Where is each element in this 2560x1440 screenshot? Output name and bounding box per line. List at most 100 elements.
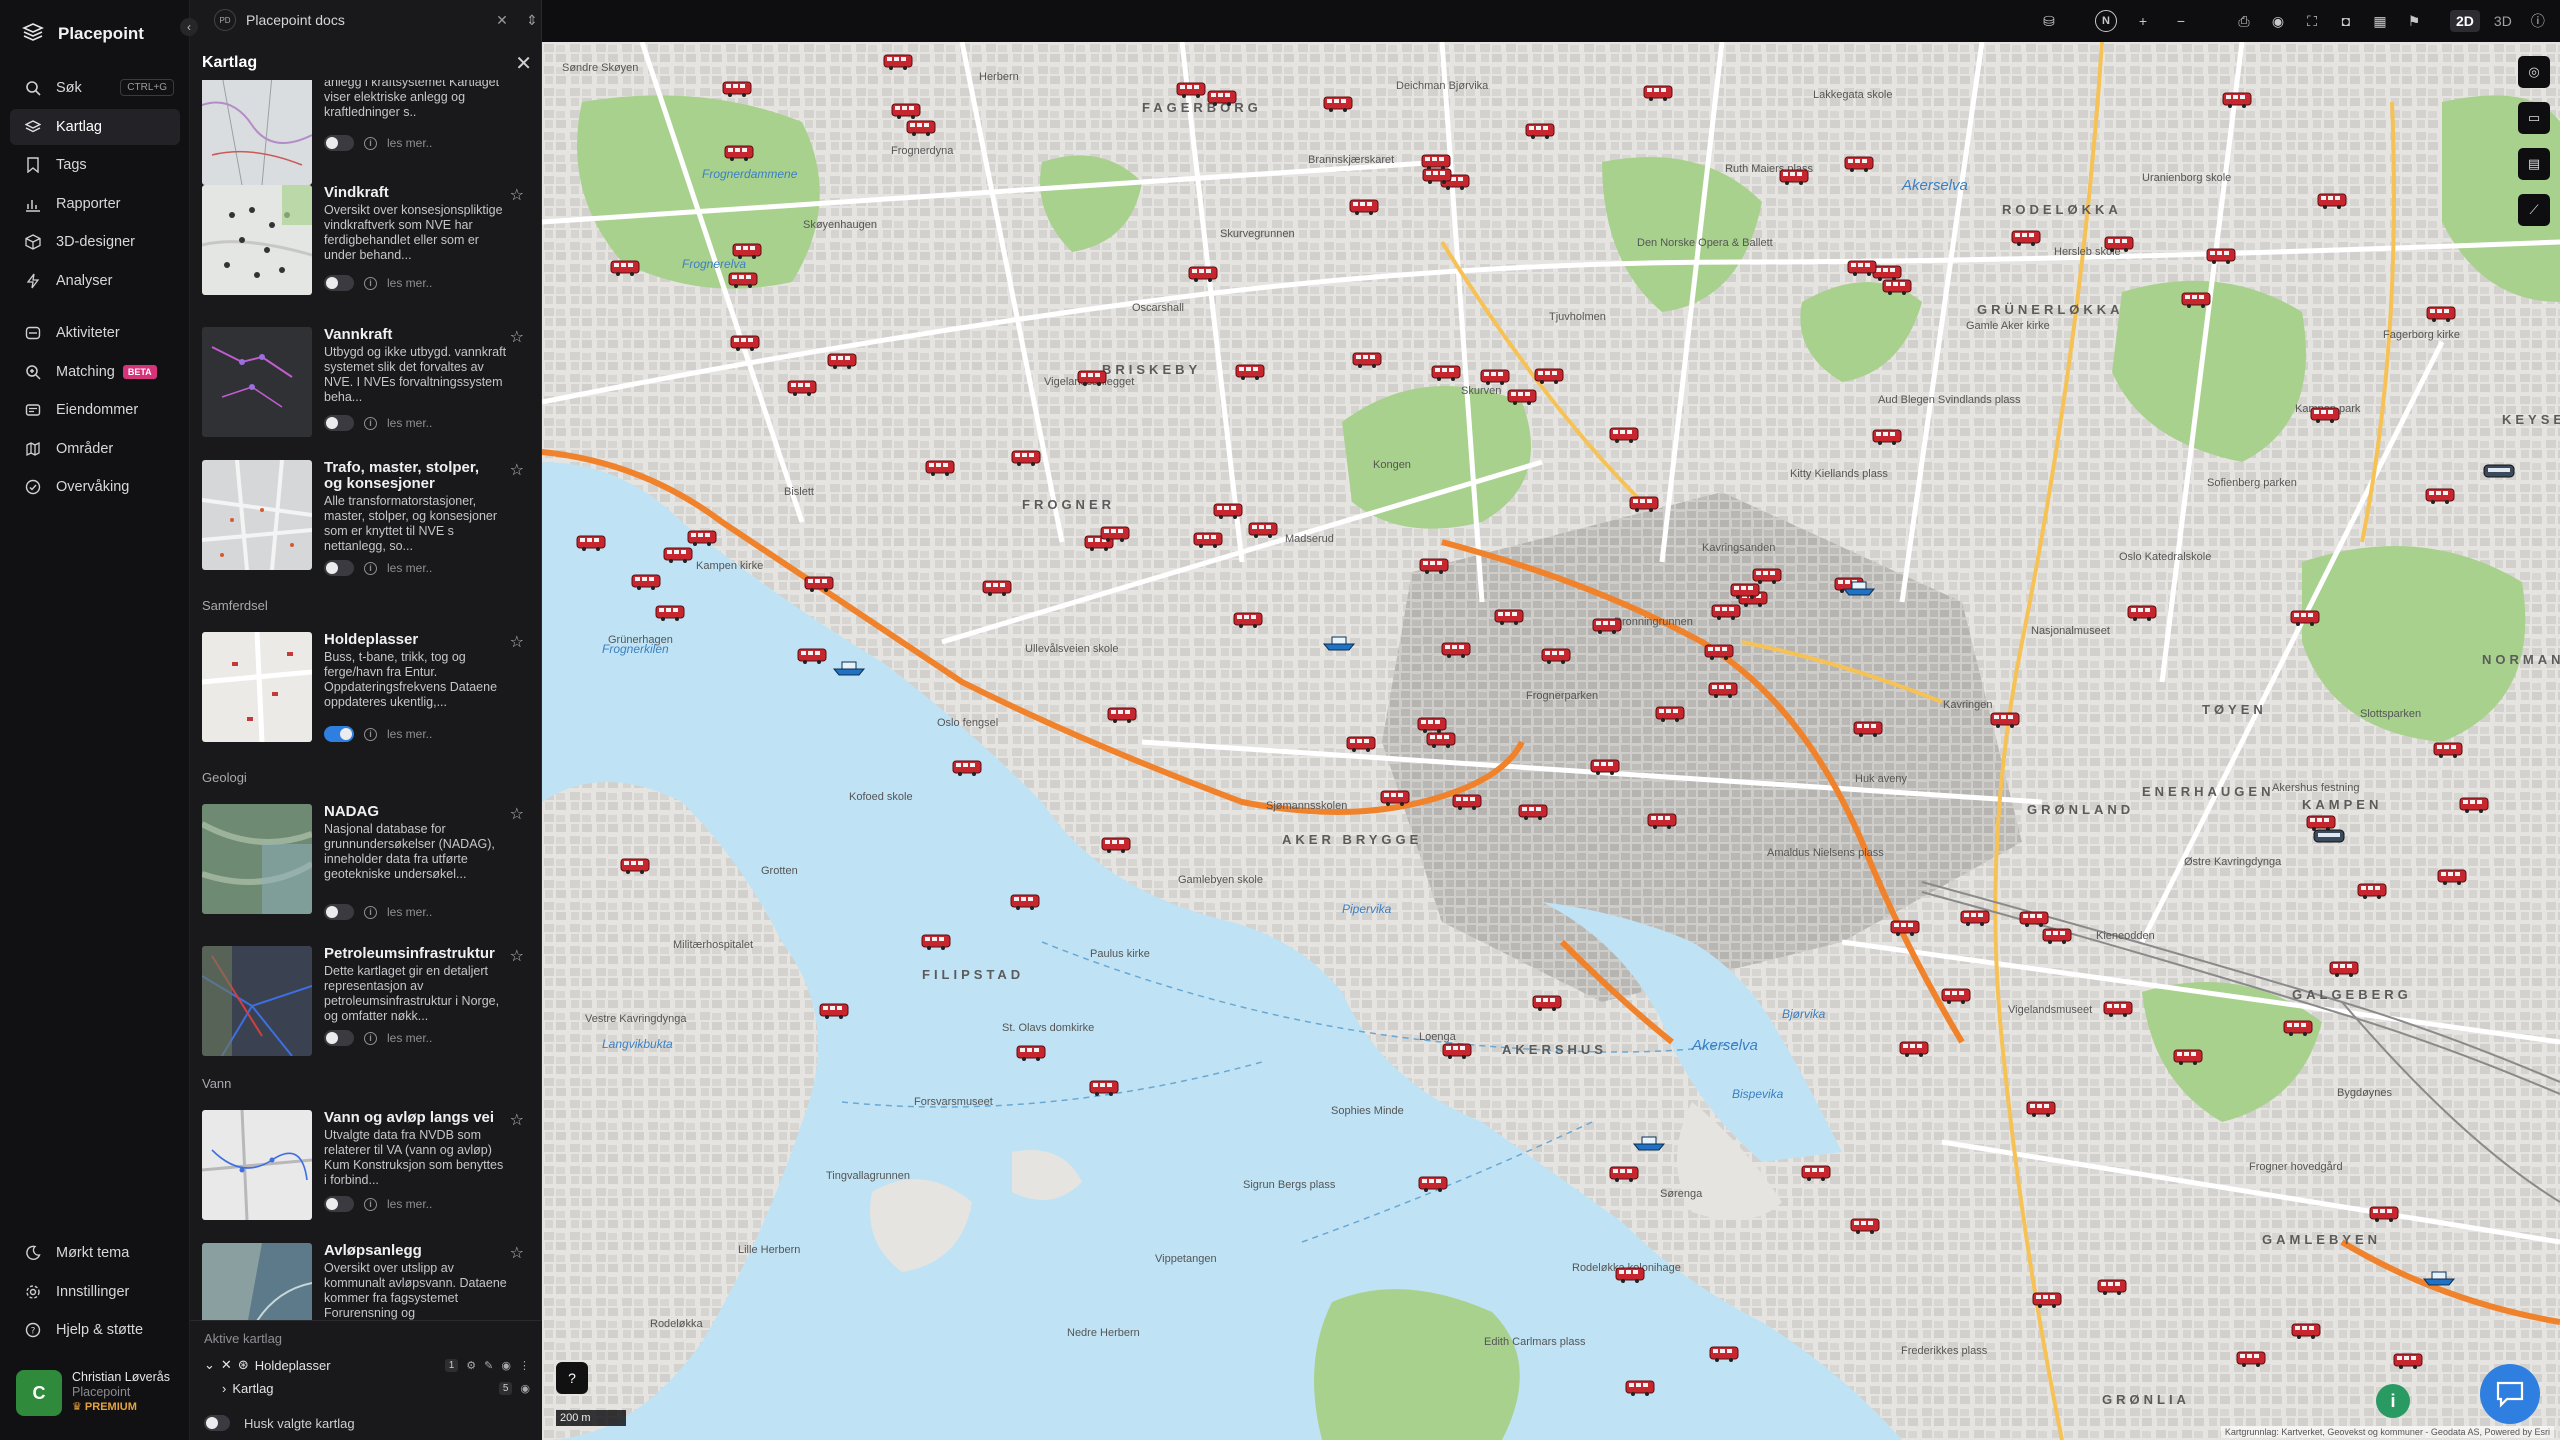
bus-stop-icon[interactable] — [1615, 1266, 1645, 1284]
bus-stop-icon[interactable] — [1213, 502, 1243, 520]
bus-stop-icon[interactable] — [1872, 428, 1902, 446]
bus-stop-icon[interactable] — [797, 647, 827, 665]
star-icon[interactable]: ☆ — [510, 1243, 524, 1263]
star-icon[interactable]: ☆ — [510, 327, 524, 347]
bus-stop-icon[interactable] — [1590, 758, 1620, 776]
bus-stop-icon[interactable] — [1207, 89, 1237, 107]
bus-stop-icon[interactable] — [1625, 1379, 1655, 1397]
bookmark-icon[interactable]: ⚑ — [2402, 9, 2426, 33]
bus-stop-icon[interactable] — [1850, 1217, 1880, 1235]
bus-stop-icon[interactable] — [1248, 521, 1278, 539]
bus-stop-icon[interactable] — [804, 575, 834, 593]
bus-stop-icon[interactable] — [1233, 611, 1263, 629]
star-icon[interactable]: ☆ — [510, 460, 524, 480]
elevation-icon[interactable]: ▤ — [2518, 148, 2550, 180]
bus-stop-icon[interactable] — [1655, 705, 1685, 723]
ferry-stop-icon[interactable] — [1842, 577, 1876, 596]
layer-item-avlopsanlegg[interactable]: Avløpsanlegg ☆ Oversikt over utslipp av … — [202, 1243, 530, 1320]
layer-toggle[interactable] — [324, 726, 354, 742]
bus-stop-icon[interactable] — [787, 379, 817, 397]
bus-stop-icon[interactable] — [1431, 364, 1461, 382]
bus-stop-icon[interactable] — [2173, 1048, 2203, 1066]
bus-stop-icon[interactable] — [1419, 557, 1449, 575]
close-icon[interactable]: ✕ — [221, 1357, 232, 1373]
layer-item-petroleum[interactable]: Petroleumsinfrastruktur ☆ Dette kartlage… — [202, 946, 530, 1076]
bus-stop-icon[interactable] — [1418, 1175, 1448, 1193]
map-help-button[interactable]: ? — [556, 1362, 588, 1394]
nav-item-help[interactable]: ? Hjelp & støtte — [10, 1312, 180, 1348]
bus-stop-icon[interactable] — [1100, 525, 1130, 543]
chat-button[interactable] — [2480, 1364, 2540, 1424]
read-more-link[interactable]: les mer.. — [387, 1197, 432, 1211]
bus-stop-icon[interactable] — [2042, 927, 2072, 945]
bus-stop-icon[interactable] — [2032, 1291, 2062, 1309]
bus-stop-icon[interactable] — [1507, 388, 1537, 406]
user-profile[interactable]: C Christian Løverås Placepoint ♛ PREMIUM — [16, 1370, 186, 1422]
bus-stop-icon[interactable] — [1708, 681, 1738, 699]
ferry-stop-icon[interactable] — [832, 657, 866, 676]
layer-toggle[interactable] — [324, 904, 354, 920]
bus-stop-icon[interactable] — [1518, 803, 1548, 821]
nav-item-3d-designer[interactable]: 3D-designer — [10, 224, 180, 260]
read-more-link[interactable]: les mer.. — [387, 1031, 432, 1045]
close-tab-icon[interactable]: ✕ — [492, 12, 512, 29]
bus-stop-icon[interactable] — [2425, 487, 2455, 505]
bus-stop-icon[interactable] — [724, 144, 754, 162]
edit-icon[interactable]: ✎ — [484, 1359, 493, 1372]
zoom-in-icon[interactable]: + — [2131, 9, 2155, 33]
bus-stop-icon[interactable] — [891, 102, 921, 120]
bus-stop-icon[interactable] — [687, 529, 717, 547]
bus-stop-icon[interactable] — [1960, 909, 1990, 927]
layer-toggle[interactable] — [324, 1196, 354, 1212]
fullscreen-icon[interactable]: ⛶ — [2300, 9, 2324, 33]
bus-stop-icon[interactable] — [663, 546, 693, 564]
bus-stop-icon[interactable] — [2103, 1000, 2133, 1018]
bus-stop-icon[interactable] — [1592, 617, 1622, 635]
bus-stop-icon[interactable] — [1107, 706, 1137, 724]
bus-stop-icon[interactable] — [1709, 1345, 1739, 1363]
star-icon[interactable]: ☆ — [510, 946, 524, 966]
bus-stop-icon[interactable] — [1016, 1044, 1046, 1062]
eye-icon[interactable]: ◉ — [501, 1359, 511, 1372]
ferry-stop-icon[interactable] — [1632, 1132, 1666, 1151]
bus-stop-icon[interactable] — [730, 334, 760, 352]
read-more-link[interactable]: les mer.. — [387, 561, 432, 575]
bus-stop-icon[interactable] — [1010, 893, 1040, 911]
bus-stop-icon[interactable] — [1452, 793, 1482, 811]
bus-stop-icon[interactable] — [2236, 1350, 2266, 1368]
bus-stop-icon[interactable] — [1176, 81, 1206, 99]
nav-item-aktiviteter[interactable]: Aktiviteter — [10, 315, 180, 351]
bus-stop-icon[interactable] — [925, 459, 955, 477]
eye-icon[interactable]: ◉ — [2266, 9, 2290, 33]
map-attribution[interactable]: Kartgrunnlag: Kartverket, Geovekst og ko… — [2220, 1426, 2554, 1438]
nav-item-omrader[interactable]: Områder — [10, 431, 180, 467]
print-icon[interactable]: ⎙ — [2232, 9, 2256, 33]
bus-stop-icon[interactable] — [1779, 168, 1809, 186]
bus-stop-icon[interactable] — [576, 534, 606, 552]
info-button[interactable]: i — [2376, 1384, 2410, 1418]
bus-stop-icon[interactable] — [732, 242, 762, 260]
bus-stop-icon[interactable] — [1532, 994, 1562, 1012]
bus-stop-icon[interactable] — [2393, 1352, 2423, 1370]
nav-item-search[interactable]: Søk CTRL+G — [10, 70, 180, 106]
bus-stop-icon[interactable] — [1494, 608, 1524, 626]
grid-icon[interactable]: ▦ — [2368, 9, 2392, 33]
read-more-link[interactable]: les mer.. — [387, 416, 432, 430]
bus-stop-icon[interactable] — [827, 352, 857, 370]
bus-stop-icon[interactable] — [620, 857, 650, 875]
nav-item-overvaking[interactable]: Overvåking — [10, 469, 180, 505]
read-more-link[interactable]: les mer.. — [387, 905, 432, 919]
bus-stop-icon[interactable] — [2026, 1100, 2056, 1118]
chevron-right-icon[interactable]: › — [222, 1381, 226, 1396]
layer-list[interactable]: anlegg i kraftsystemet Kartlaget viser e… — [190, 80, 542, 1320]
star-icon[interactable]: ☆ — [510, 804, 524, 824]
map-canvas[interactable]: FAGERBORG BRISKEBY FROGNER AKER BRYGGE FILIP… — [542, 42, 2560, 1440]
bus-stop-icon[interactable] — [1525, 122, 1555, 140]
read-more-link[interactable]: les mer.. — [387, 727, 432, 741]
train-stop-icon[interactable] — [2482, 462, 2515, 480]
nav-item-analyser[interactable]: Analyser — [10, 263, 180, 299]
bus-stop-icon[interactable] — [982, 579, 1012, 597]
bus-stop-icon[interactable] — [631, 573, 661, 591]
draw-icon[interactable]: ⟋ — [2518, 194, 2550, 226]
bus-stop-icon[interactable] — [1941, 987, 1971, 1005]
